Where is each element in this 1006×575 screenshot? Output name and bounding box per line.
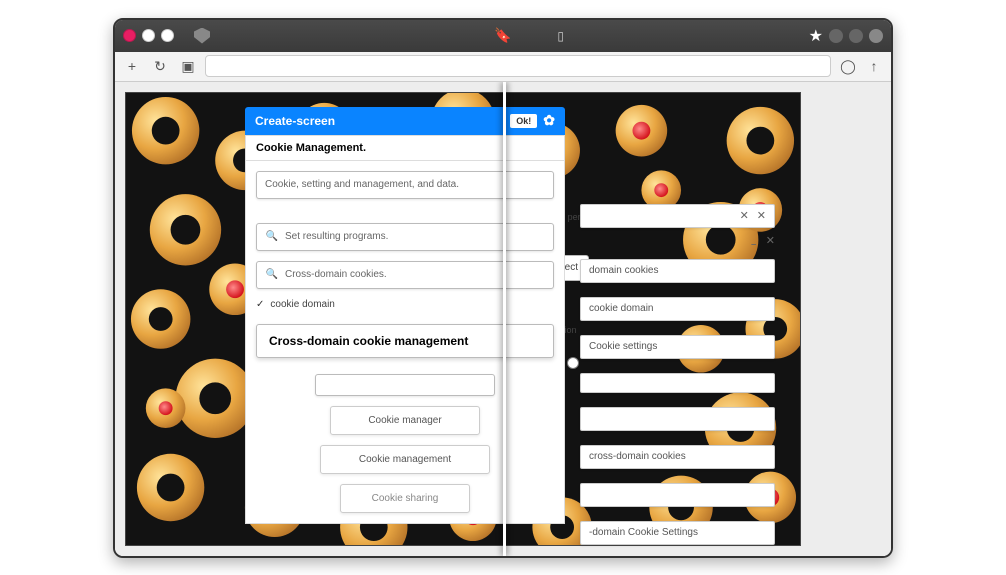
right-bar-3[interactable]: cookie domain (580, 297, 775, 321)
field-label: Cross-domain cookies. (285, 269, 387, 280)
right-bar-5[interactable] (580, 373, 775, 393)
settings-dialog: Create-screen Ok! ✿ Cookie Management. C… (245, 107, 565, 524)
section-heading: Cross-domain cookie management (256, 324, 554, 358)
url-bar[interactable] (205, 55, 831, 77)
radio-option-2[interactable] (567, 357, 579, 369)
titlebar-dot-3[interactable] (869, 29, 883, 43)
gear-icon[interactable]: ✿ (543, 112, 555, 129)
ok-button[interactable]: Ok! (510, 114, 537, 128)
right-bar-2[interactable]: domain cookies (580, 259, 775, 283)
shield-icon (194, 28, 210, 44)
cookie-sharing-button[interactable]: Cookie sharing (340, 484, 470, 513)
field-cookie-settings[interactable]: Cookie, setting and management, and data… (256, 171, 554, 199)
new-tab-button[interactable]: + (121, 55, 143, 77)
under-label-2: cookie domain (270, 299, 334, 310)
star-icon[interactable]: ★ (809, 26, 823, 46)
tab-divider-icon: ▯ (557, 29, 564, 43)
page-split (503, 82, 506, 556)
right-bar-9[interactable]: -domain Cookie Settings (580, 521, 775, 545)
content-area: Create-screen Ok! ✿ Cookie Management. C… (115, 82, 891, 556)
cookie-manager-button[interactable]: Cookie manager (330, 406, 480, 435)
right-bar-8[interactable] (580, 483, 775, 507)
field-label: Cookie, setting and management, and data… (265, 179, 459, 190)
dialog-title: Create-screen (255, 114, 335, 128)
home-button[interactable]: ▣ (177, 55, 199, 77)
up-arrow-icon[interactable]: ↑ (863, 55, 885, 77)
circle-icon[interactable]: ◯ (837, 55, 859, 77)
close-icon[interactable]: ✕ (757, 209, 766, 222)
minimize-icon[interactable]: ᠆ (751, 234, 755, 253)
check-icon: ✓ (256, 299, 264, 310)
cookie-management-button[interactable]: Cookie management (320, 445, 490, 474)
toolbar: + ↻ ▣ ◯ ↑ (115, 52, 891, 82)
field-cross-domain[interactable]: 🔍 Cross-domain cookies. (256, 261, 554, 289)
right-sidebar (801, 82, 891, 556)
field-search-programs[interactable]: 🔍 Set resulting programs. (256, 223, 554, 251)
window-close-dot[interactable] (123, 29, 136, 42)
right-bar-1[interactable]: ✕ ✕ (580, 204, 775, 228)
window-controls (123, 29, 174, 42)
close-icon[interactable]: ✕ (766, 234, 775, 253)
search-icon: 🔍 (265, 269, 279, 280)
bookmark-icon[interactable]: 🔖 (494, 27, 511, 44)
titlebar-dot-1[interactable] (829, 29, 843, 43)
window-maximize-dot[interactable] (161, 29, 174, 42)
titlebar-dot-2[interactable] (849, 29, 863, 43)
reload-button[interactable]: ↻ (149, 55, 171, 77)
titlebar: 🔖 ▯ ★ (115, 20, 891, 52)
browser-window: 🔖 ▯ ★ + ↻ ▣ ◯ ↑ (113, 18, 893, 558)
close-icon[interactable]: ✕ (740, 209, 749, 222)
search-icon: 🔍 (265, 231, 279, 242)
right-bar-4[interactable]: Cookie settings (580, 335, 775, 359)
right-bar-stack: ✕ ✕ ᠆ ✕ domain cookies cookie domain Coo… (580, 204, 775, 545)
window-minimize-dot[interactable] (142, 29, 155, 42)
dialog-subtitle: Cookie Management. (245, 135, 565, 161)
right-bar-6[interactable] (580, 407, 775, 431)
field-label: Set resulting programs. (285, 231, 388, 242)
blank-field[interactable] (315, 374, 495, 396)
right-bar-7[interactable]: cross-domain cookies (580, 445, 775, 469)
dialog-header: Create-screen Ok! ✿ (245, 107, 565, 135)
